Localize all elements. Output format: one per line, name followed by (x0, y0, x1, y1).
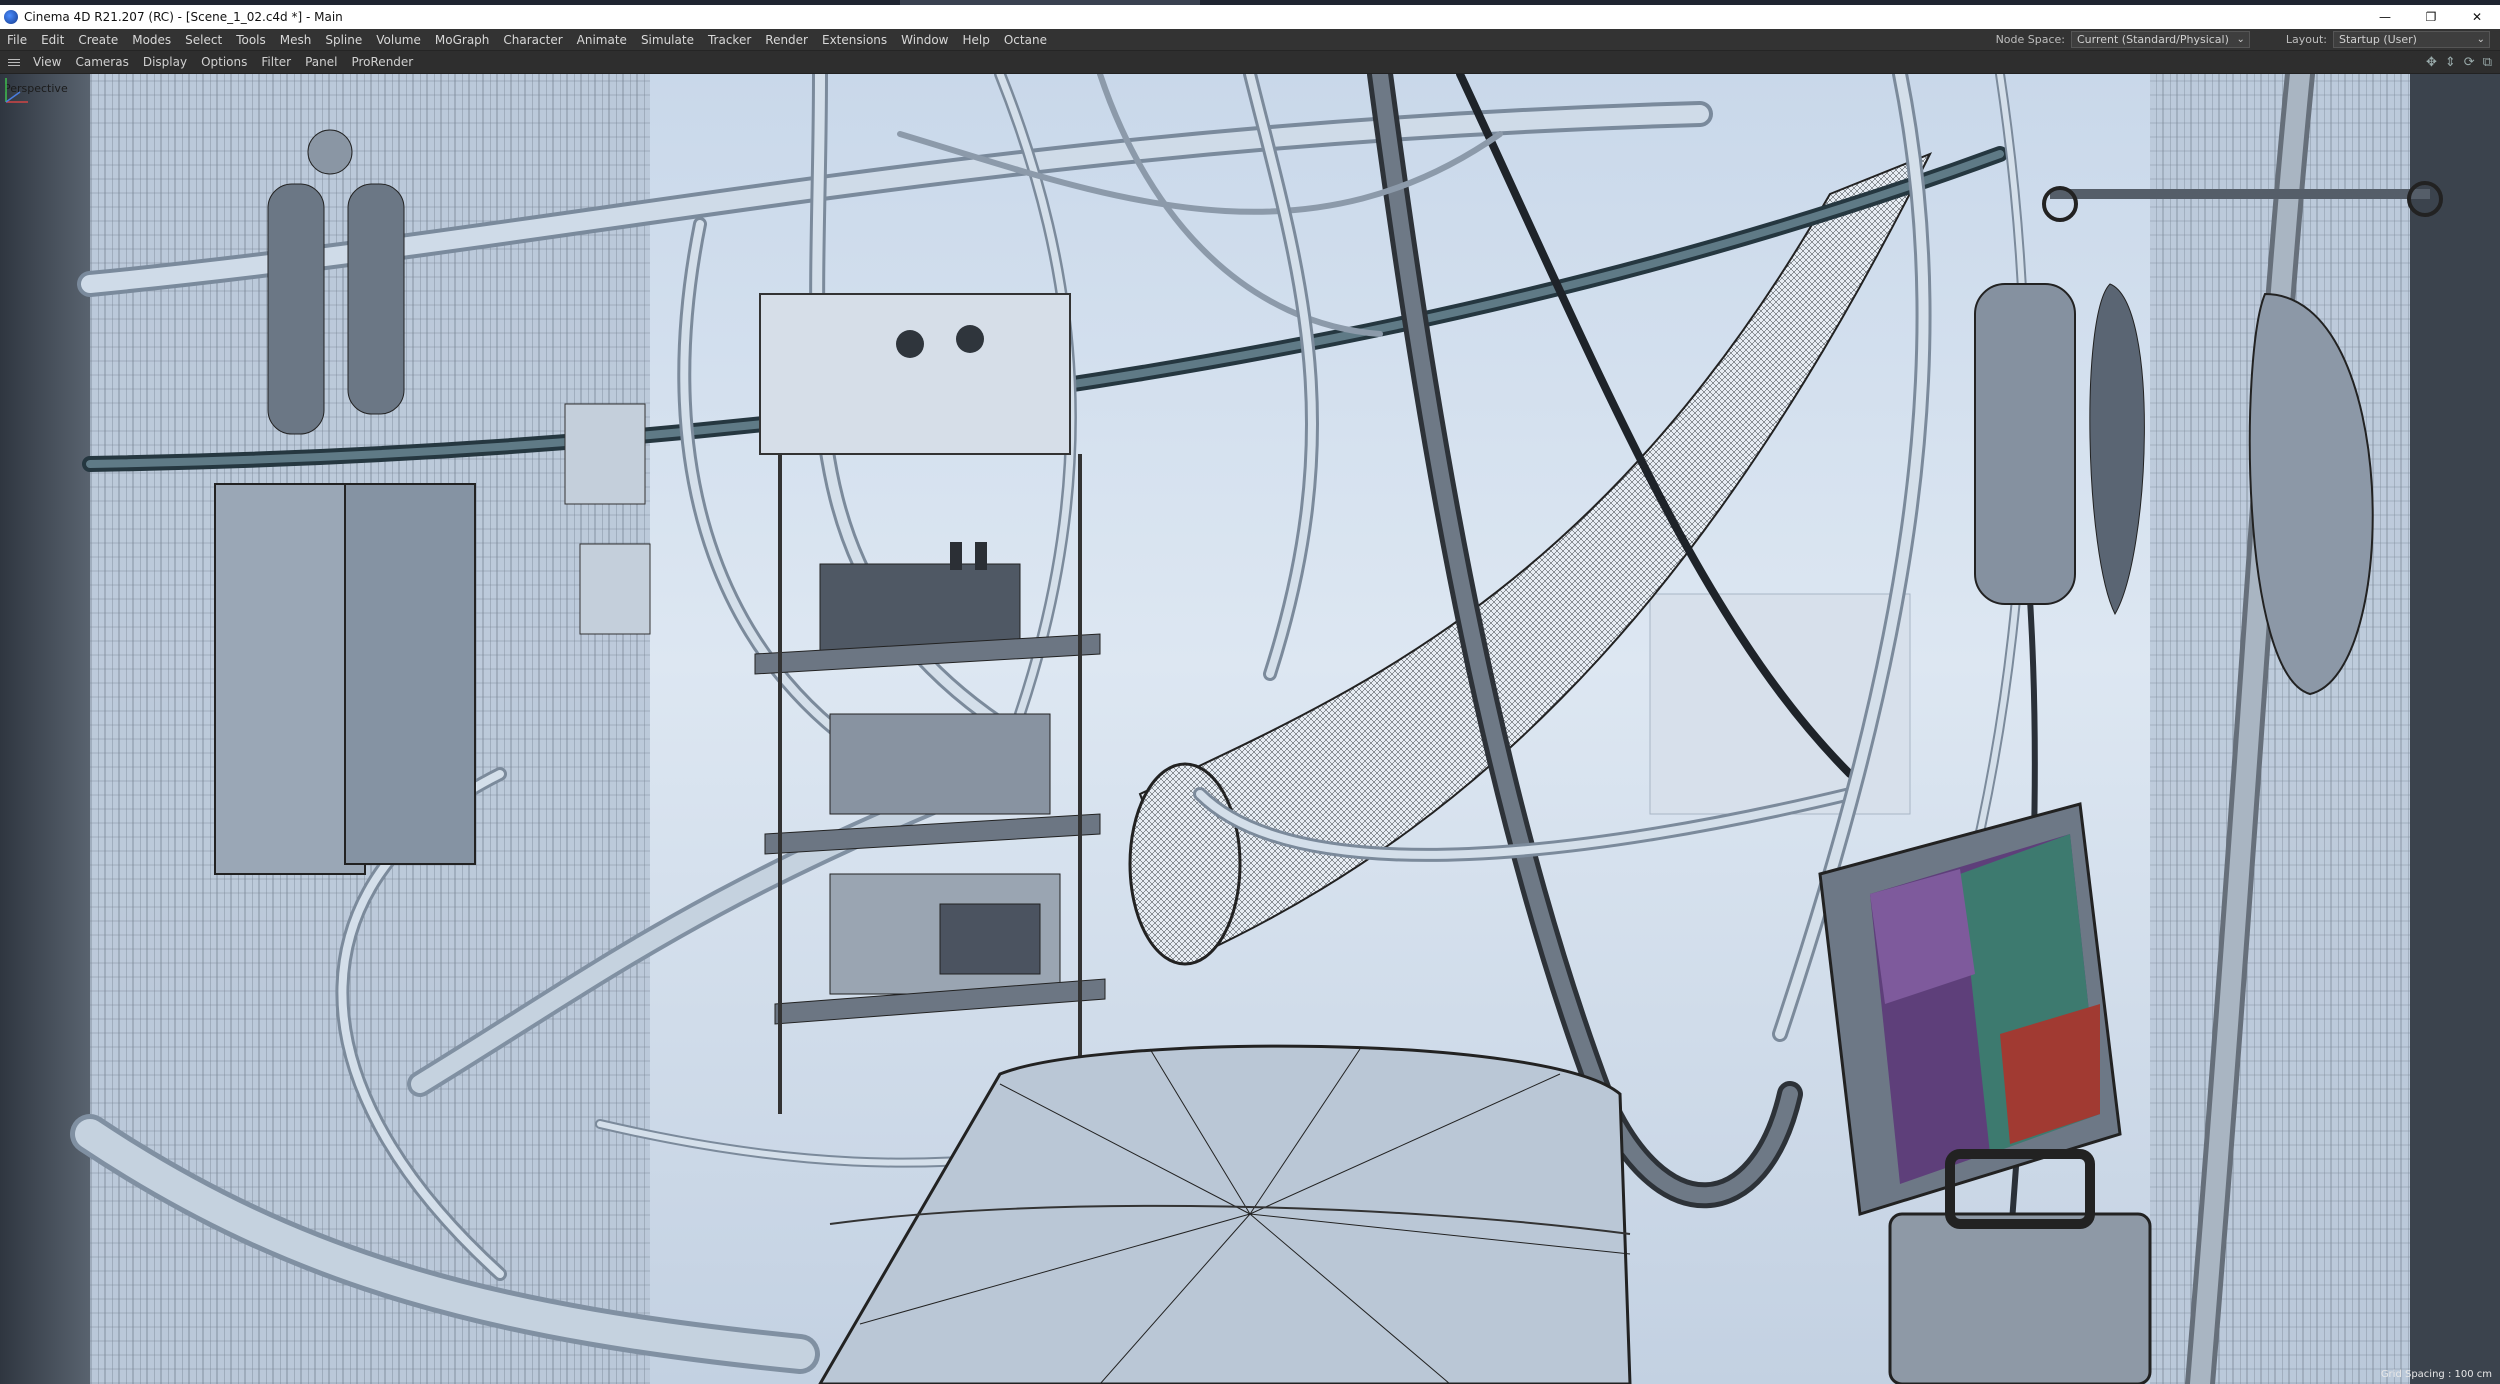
viewport-nav-icons: ✥ ⇕ ⟳ ⧉ (2426, 55, 2500, 70)
wall-cabinet (214, 483, 366, 875)
viewport-menu-options[interactable]: Options (194, 55, 254, 69)
wall-panel-2 (579, 543, 651, 635)
chevron-down-icon: ⌄ (2236, 34, 2245, 45)
window-title: Cinema 4D R21.207 (RC) - [Scene_1_02.c4d… (24, 10, 343, 24)
menu-animate[interactable]: Animate (570, 33, 634, 47)
menu-simulate[interactable]: Simulate (634, 33, 701, 47)
viewport-menu-display[interactable]: Display (136, 55, 194, 69)
menu-octane[interactable]: Octane (997, 33, 1054, 47)
menu-file[interactable]: File (0, 33, 34, 47)
layout-value: Startup (User) (2339, 33, 2417, 46)
viewport-menu-view[interactable]: View (26, 55, 68, 69)
menu-extensions[interactable]: Extensions (815, 33, 894, 47)
menu-modes[interactable]: Modes (125, 33, 178, 47)
menu-create[interactable]: Create (71, 33, 125, 47)
menu-tools[interactable]: Tools (229, 33, 273, 47)
menu-edit[interactable]: Edit (34, 33, 71, 47)
minimize-button[interactable]: — (2362, 5, 2408, 29)
node-space-value: Current (Standard/Physical) (2077, 33, 2229, 46)
layout-dropdown[interactable]: Startup (User) ⌄ (2333, 31, 2490, 48)
axis-gizmo-icon (5, 78, 28, 103)
close-button[interactable]: ✕ (2454, 5, 2500, 29)
equipment-case (1888, 1212, 2152, 1384)
restore-button[interactable]: ❐ (2408, 5, 2454, 29)
menu-volume[interactable]: Volume (369, 33, 428, 47)
move-view-icon[interactable]: ✥ (2426, 55, 2437, 70)
title-bar: Cinema 4D R21.207 (RC) - [Scene_1_02.c4d… (0, 5, 2500, 29)
rotate-view-icon[interactable]: ⟳ (2464, 55, 2475, 70)
wall-cabinet-side (344, 483, 476, 865)
hamburger-icon[interactable] (8, 58, 20, 66)
menu-window[interactable]: Window (894, 33, 955, 47)
viewport-menu-bar: View Cameras Display Options Filter Pane… (0, 51, 2500, 74)
viewport-menu-prorender[interactable]: ProRender (344, 55, 420, 69)
viewport-menu-filter[interactable]: Filter (254, 55, 298, 69)
menu-mograph[interactable]: MoGraph (428, 33, 497, 47)
grid-spacing-label: Grid Spacing : 100 cm (2380, 1369, 2492, 1380)
node-space-label: Node Space: (1995, 33, 2065, 46)
wall-panel (564, 403, 646, 505)
right-wall-dark (2410, 74, 2500, 1384)
main-menu-bar: File Edit Create Modes Select Tools Mesh… (0, 29, 2500, 51)
menu-tracker[interactable]: Tracker (701, 33, 758, 47)
viewport-menu-cameras[interactable]: Cameras (68, 55, 135, 69)
menu-render[interactable]: Render (758, 33, 815, 47)
left-wall-dark (0, 74, 90, 1384)
menu-spline[interactable]: Spline (318, 33, 369, 47)
tube-ring (1128, 762, 1242, 966)
viewport-menu-panel[interactable]: Panel (298, 55, 344, 69)
menu-character[interactable]: Character (496, 33, 569, 47)
menubar-right-controls: Node Space: Current (Standard/Physical) … (1996, 31, 2500, 48)
toggle-view-icon[interactable]: ⧉ (2483, 55, 2492, 70)
platform (818, 1044, 1632, 1384)
viewport-scene (0, 74, 2500, 1384)
cinema4d-logo-icon (4, 10, 18, 24)
node-space-dropdown[interactable]: Current (Standard/Physical) ⌄ (2071, 31, 2250, 48)
3d-viewport[interactable]: Perspective Grid Spacing : 100 cm (0, 74, 2500, 1384)
menu-help[interactable]: Help (956, 33, 997, 47)
zoom-view-icon[interactable]: ⇕ (2445, 55, 2456, 70)
layout-label: Layout: (2285, 33, 2327, 46)
chevron-down-icon: ⌄ (2476, 34, 2485, 45)
menu-mesh[interactable]: Mesh (273, 33, 319, 47)
menu-select[interactable]: Select (178, 33, 229, 47)
